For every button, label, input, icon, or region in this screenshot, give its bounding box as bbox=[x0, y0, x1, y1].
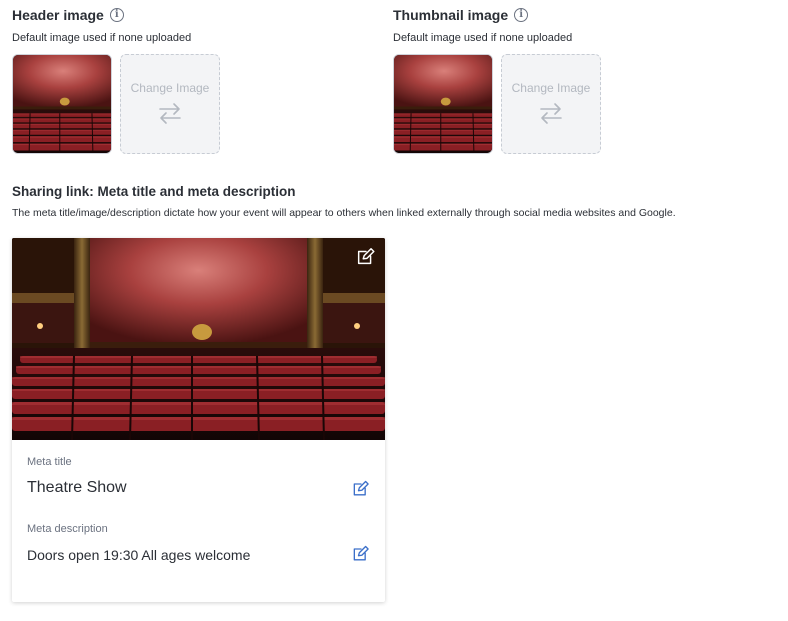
change-image-label: Change Image bbox=[130, 81, 210, 95]
swap-arrows-icon bbox=[540, 103, 562, 124]
event-images-page: Header image i Default image used if non… bbox=[0, 0, 788, 621]
meta-description-label: Meta description bbox=[27, 523, 108, 535]
header-image-heading: Header image i bbox=[12, 7, 124, 23]
thumbnail-image-subtitle: Default image used if none uploaded bbox=[393, 32, 573, 44]
thumbnail-image-heading: Thumbnail image i bbox=[393, 7, 529, 23]
change-image-label: Change Image bbox=[511, 81, 591, 95]
edit-meta-title-icon[interactable] bbox=[351, 479, 371, 499]
edit-meta-description-icon[interactable] bbox=[351, 544, 371, 564]
sharing-link-heading: Sharing link: Meta title and meta descri… bbox=[12, 184, 296, 199]
thumbnail-image-preview bbox=[393, 54, 493, 154]
share-preview-image bbox=[12, 238, 385, 440]
thumbnail-change-image-button[interactable]: Change Image bbox=[501, 54, 601, 154]
meta-title-label: Meta title bbox=[27, 456, 72, 468]
meta-title-value: Theatre Show bbox=[27, 479, 127, 496]
share-preview-card: Meta title Theatre Show Meta description… bbox=[12, 238, 385, 602]
info-icon[interactable]: i bbox=[109, 8, 124, 22]
meta-description-value: Doors open 19:30 All ages welcome bbox=[27, 547, 251, 563]
sharing-link-description: The meta title/image/description dictate… bbox=[12, 207, 676, 219]
header-image-title: Header image bbox=[12, 7, 104, 23]
header-image-preview bbox=[12, 54, 112, 154]
edit-image-icon[interactable] bbox=[355, 246, 377, 268]
header-image-subtitle: Default image used if none uploaded bbox=[12, 32, 192, 44]
header-change-image-button[interactable]: Change Image bbox=[120, 54, 220, 154]
thumbnail-image-title: Thumbnail image bbox=[393, 7, 509, 23]
info-icon[interactable]: i bbox=[514, 8, 529, 22]
swap-arrows-icon bbox=[159, 103, 181, 124]
